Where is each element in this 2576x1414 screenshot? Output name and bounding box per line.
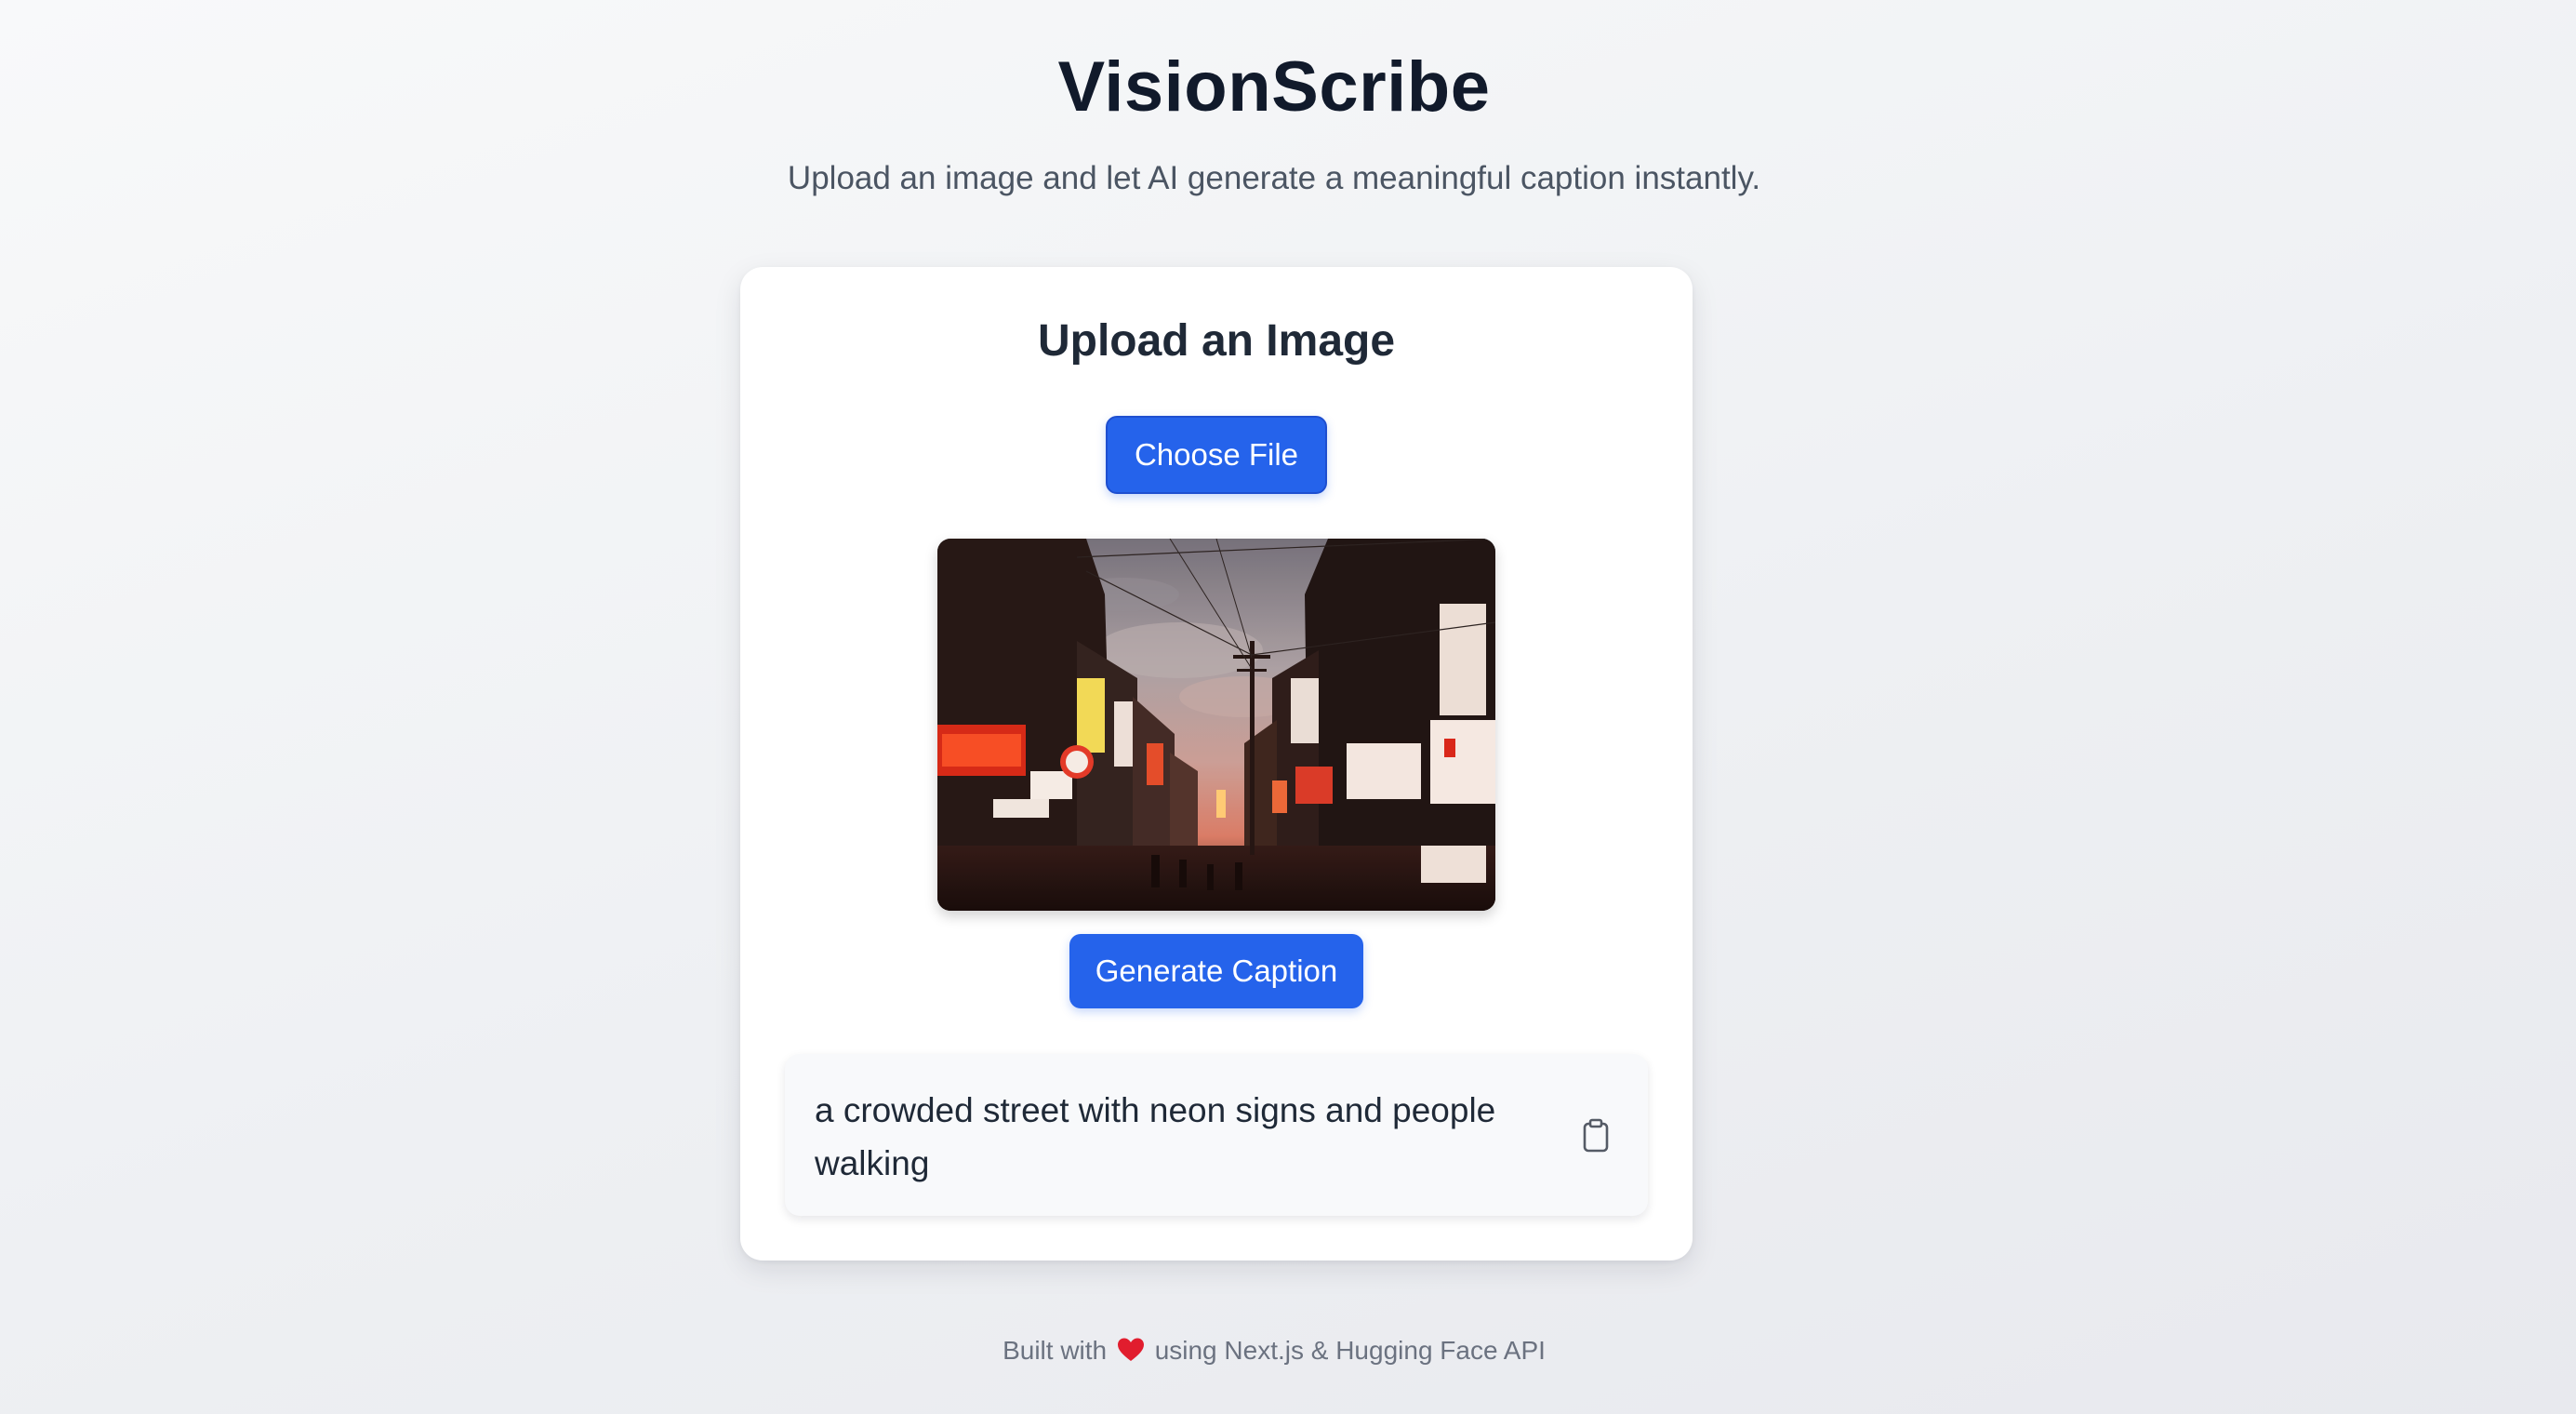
footer-suffix: using Next.js & Hugging Face API — [1154, 1336, 1546, 1365]
choose-file-button[interactable]: Choose File — [1106, 416, 1327, 494]
street-photo-image — [937, 539, 1495, 911]
clipboard-icon[interactable] — [1577, 1117, 1614, 1154]
app-title: VisionScribe — [1057, 47, 1491, 127]
caption-text: a crowded street with neon signs and peo… — [815, 1091, 1496, 1182]
caption-result-box: a crowded street with neon signs and peo… — [785, 1054, 1648, 1216]
app-subtitle: Upload an image and let AI generate a me… — [787, 160, 1761, 196]
heart-icon — [1117, 1338, 1144, 1362]
footer-prefix: Built with — [1003, 1336, 1108, 1365]
footer: Built with using Next.js & Hugging Face … — [0, 1336, 2548, 1366]
generate-caption-button[interactable]: Generate Caption — [1069, 934, 1363, 1008]
upload-card: Upload an Image Choose File Generate Cap… — [740, 267, 1693, 1261]
image-preview — [937, 539, 1495, 911]
upload-card-title: Upload an Image — [1037, 316, 1396, 366]
